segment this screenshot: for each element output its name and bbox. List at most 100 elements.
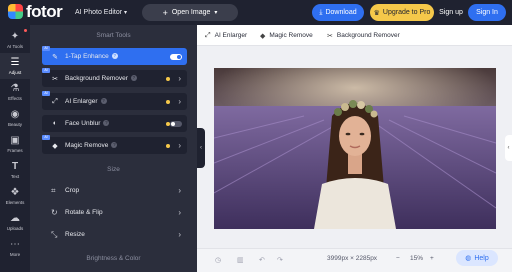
more-icon: ⋯: [10, 239, 20, 250]
enhance-icon: ✎: [52, 53, 58, 61]
help-icon[interactable]: ?: [103, 120, 110, 127]
tab-background-remover[interactable]: ✂ Background Remover: [327, 25, 400, 46]
rail-label: Frames: [7, 148, 23, 153]
tool-crop[interactable]: ⌗ Crop ›: [42, 182, 187, 199]
download-icon: ⤓: [319, 8, 323, 16]
zoom-level[interactable]: 15%: [410, 252, 423, 265]
tool-magic-remove[interactable]: AI ◆ Magic Remove? ›: [42, 135, 187, 154]
rail-item-elements[interactable]: ❖ Elements: [0, 183, 30, 209]
tool-background-remover[interactable]: AI ✂ Background Remover? ›: [42, 68, 187, 87]
chevron-right-icon: ›: [178, 74, 181, 83]
rail-label: Text: [10, 174, 20, 179]
tool-face-unblur[interactable]: ◐ Face Unblur?: [42, 115, 187, 132]
enhance-toggle[interactable]: [170, 53, 182, 60]
help-icon[interactable]: ?: [100, 98, 107, 105]
tab-magic-remove[interactable]: ◆ Magic Remove: [260, 25, 313, 46]
tool-label: Magic Remove: [65, 142, 109, 149]
upgrade-button[interactable]: ♛ Upgrade to Pro: [370, 4, 434, 21]
tool-label: Resize: [65, 231, 85, 238]
top-bar: fotor AI Photo Editor ▾ + Open Image ▾ ⤓…: [0, 0, 512, 25]
history-icon[interactable]: ◷: [215, 256, 221, 264]
edited-photo[interactable]: [214, 68, 496, 229]
flask-icon: ⚗: [10, 83, 20, 94]
credit-coin-icon: [166, 99, 170, 104]
credit-coin-icon: [166, 76, 170, 81]
rail-item-beauty[interactable]: ◉ Beauty: [0, 105, 30, 131]
face-unblur-toggle[interactable]: [170, 120, 182, 127]
help-icon[interactable]: ?: [111, 53, 118, 60]
zoom-out-button[interactable]: −: [396, 252, 400, 265]
rail-item-more[interactable]: ⋯ More: [0, 235, 30, 261]
chevron-left-icon: ‹: [507, 145, 510, 151]
logo-mark-icon: [8, 4, 23, 19]
tab-label: AI Enlarger: [214, 32, 248, 39]
rail-item-uploads[interactable]: ☁ Uploads: [0, 209, 30, 235]
photo-illustration: [214, 68, 496, 229]
image-dimensions: 3999px × 2285px: [327, 255, 378, 262]
sparkle-icon: ✦: [10, 31, 20, 42]
tool-rotate-flip[interactable]: ↻ Rotate & Flip ›: [42, 204, 187, 221]
tool-label: 1-Tap Enhance: [65, 53, 109, 60]
tool-ai-enlarger[interactable]: AI ⤢ AI Enlarger? ›: [42, 91, 187, 110]
rotate-icon: ↻: [51, 208, 58, 217]
chevron-right-icon: ›: [178, 230, 181, 239]
rail-item-frames[interactable]: ▣ Frames: [0, 131, 30, 157]
rail-label: Uploads: [6, 226, 24, 231]
ai-badge: AI: [42, 46, 50, 51]
rail-item-ai-tools[interactable]: ✦ AI Tools: [0, 27, 30, 53]
download-label: Download: [325, 9, 357, 16]
tool-label: Rotate & Flip: [65, 209, 103, 216]
help-icon[interactable]: ?: [130, 75, 137, 82]
rail-label: AI Tools: [7, 44, 23, 49]
credit-coin-icon: [166, 143, 170, 148]
tool-label: AI Enlarger: [65, 98, 98, 105]
rail-label: Elements: [5, 200, 25, 205]
rail-label: More: [9, 252, 21, 257]
tab-label: Background Remover: [336, 32, 400, 39]
face-icon: ◐: [52, 120, 58, 127]
expand-right-panel-button[interactable]: ‹: [505, 135, 512, 161]
sign-in-button[interactable]: Sign In: [468, 4, 506, 21]
notification-dot: [24, 29, 27, 32]
collapse-panel-button[interactable]: ‹: [197, 128, 205, 168]
quick-tools-bar: ⤢ AI Enlarger ◆ Magic Remove ✂ Backgroun…: [197, 25, 512, 46]
rail-item-adjust[interactable]: ☰ Adjust: [0, 53, 30, 79]
tool-resize[interactable]: ⤡ Resize ›: [42, 226, 187, 243]
upload-cloud-icon: ☁: [10, 213, 20, 224]
chevron-right-icon: ›: [178, 208, 181, 217]
help-button[interactable]: ◍ Help: [456, 250, 498, 266]
rail-label: Beauty: [7, 122, 22, 127]
chevron-down-icon: ▾: [214, 10, 218, 16]
frame-icon: ▣: [10, 135, 20, 146]
sliders-icon: ☰: [10, 57, 20, 68]
upgrade-label: Upgrade to Pro: [382, 9, 431, 16]
tab-ai-enlarger[interactable]: ⤢ AI Enlarger: [205, 25, 247, 46]
rail-label: Effects: [8, 96, 22, 101]
tool-1-tap-enhance[interactable]: AI ✎ 1-Tap Enhance?: [42, 46, 187, 65]
eraser-icon: ◆: [52, 142, 58, 150]
rail-item-effects[interactable]: ⚗ Effects: [0, 79, 30, 105]
rail-item-text[interactable]: T Text: [0, 157, 30, 183]
ai-photo-editor-dropdown[interactable]: AI Photo Editor ▾: [68, 4, 134, 21]
fotor-logo[interactable]: fotor: [8, 3, 63, 20]
help-icon[interactable]: ?: [111, 142, 118, 149]
chevron-left-icon: ‹: [200, 145, 202, 151]
section-title-brightness-color: Brightness & Color: [86, 255, 141, 262]
undo-icon[interactable]: ↶: [259, 256, 265, 264]
text-icon: T: [11, 161, 19, 172]
download-button[interactable]: ⤓ Download: [312, 4, 364, 21]
help-label: Help: [474, 254, 489, 262]
chat-icon: ◍: [465, 255, 472, 262]
sign-up-link[interactable]: Sign up: [437, 4, 465, 21]
layers-icon[interactable]: ▥: [237, 256, 244, 264]
eye-icon: ◉: [10, 109, 20, 120]
tool-label: Crop: [65, 187, 80, 194]
redo-icon[interactable]: ↷: [277, 256, 283, 264]
zoom-in-button[interactable]: +: [430, 252, 434, 265]
left-rail: ✦ AI Tools ☰ Adjust ⚗ Effects ◉ Beauty ▣…: [0, 25, 30, 272]
scissors-icon: ✂: [327, 32, 333, 40]
chevron-right-icon: ›: [178, 97, 181, 106]
open-image-button[interactable]: + Open Image ▾: [142, 4, 238, 21]
chevron-right-icon: ›: [178, 141, 181, 150]
plus-icon: +: [162, 7, 168, 18]
